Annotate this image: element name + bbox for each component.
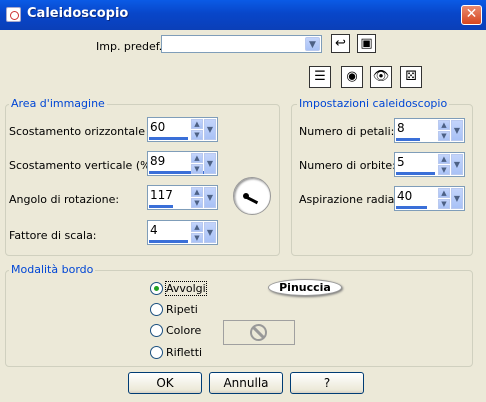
preview-eye-icon[interactable]: ◉ (341, 66, 363, 88)
preset-combo[interactable]: ▼ (161, 35, 322, 53)
title-bar: Caleidoscopio ✕ (0, 0, 486, 30)
radio-rifletti-label[interactable]: Rifletti (166, 346, 202, 359)
radio-ripeti-label[interactable]: Ripeti (166, 303, 198, 316)
area-group-title: Area d'immagine (9, 97, 107, 110)
v-offset-field[interactable]: 89 ▲ ▼ ▼ (147, 151, 218, 176)
h-offset-bar (149, 137, 188, 140)
border-color-swatch[interactable] (223, 320, 295, 345)
v-offset-label: Scostamento verticale (%): (9, 159, 159, 172)
border-group (5, 270, 473, 367)
orbits-bar (396, 172, 435, 175)
preset-label: Imp. predef.: (96, 40, 166, 53)
rotation-dial[interactable] (233, 177, 271, 215)
rotation-dropdown[interactable]: ▼ (204, 187, 216, 208)
author-logo: Pinuccia (268, 279, 342, 296)
scale-bar (149, 240, 188, 243)
petals-spinner[interactable]: ▲ ▼ (438, 120, 450, 141)
radio-ripeti[interactable] (150, 303, 163, 316)
rotation-spinner[interactable]: ▲ ▼ (191, 187, 203, 208)
ok-button[interactable]: OK (128, 372, 202, 394)
radial-dropdown[interactable]: ▼ (451, 188, 463, 209)
radio-avvolgi-label[interactable]: Avvolgi (165, 281, 207, 296)
v-offset-spinner[interactable]: ▲ ▼ (191, 153, 203, 174)
orbits-label: Numero di orbite: (299, 159, 396, 172)
proof-icon[interactable]: ☰ (309, 66, 331, 88)
rotation-label: Angolo di rotazione: (9, 193, 120, 206)
window-title: Caleidoscopio (27, 6, 129, 21)
scale-spinner[interactable]: ▲ ▼ (191, 222, 203, 243)
chevron-down-icon[interactable]: ▼ (305, 37, 320, 51)
help-button[interactable]: ? (290, 372, 364, 394)
radial-bar (396, 206, 427, 209)
radial-spinner[interactable]: ▲ ▼ (438, 188, 450, 209)
radio-rifletti[interactable] (150, 346, 163, 359)
scale-field[interactable]: 4 ▲ ▼ ▼ (147, 220, 218, 245)
h-offset-spinner[interactable]: ▲ ▼ (191, 119, 203, 140)
close-button[interactable]: ✕ (461, 5, 482, 25)
orbits-spinner[interactable]: ▲ ▼ (438, 154, 450, 175)
border-group-title: Modalità bordo (9, 263, 96, 276)
settings-group-title: Impostazioni caleidoscopio (297, 97, 450, 110)
rotation-bar (149, 205, 173, 208)
save-icon[interactable]: ▣ (357, 34, 376, 53)
save-preset-icon[interactable]: ↩ (331, 34, 350, 53)
radial-label: Aspirazione radiale: (299, 193, 408, 206)
h-offset-field[interactable]: 60 ▲ ▼ ▼ (147, 117, 218, 142)
rotation-field[interactable]: 117 ▲ ▼ ▼ (147, 185, 218, 210)
petals-label: Numero di petali: (299, 125, 395, 138)
randomize-dice-icon[interactable]: ⚄ (400, 66, 422, 88)
petals-dropdown[interactable]: ▼ (451, 120, 463, 141)
cancel-button[interactable]: Annulla (209, 372, 283, 394)
radio-avvolgi[interactable] (150, 282, 163, 295)
scale-label: Fattore di scala: (9, 229, 97, 242)
radial-field[interactable]: 40 ▲ ▼ ▼ (394, 186, 465, 211)
petals-bar (396, 138, 420, 141)
eye-toggle-icon[interactable]: 👁 (370, 66, 392, 88)
h-offset-dropdown[interactable]: ▼ (204, 119, 216, 140)
scale-dropdown[interactable]: ▼ (204, 222, 216, 243)
app-icon (6, 7, 21, 22)
v-offset-dropdown[interactable]: ▼ (204, 153, 216, 174)
radio-colore-label[interactable]: Colore (166, 324, 201, 337)
no-sign-icon (250, 324, 267, 341)
orbits-dropdown[interactable]: ▼ (451, 154, 463, 175)
radio-colore[interactable] (150, 324, 163, 337)
petals-field[interactable]: 8 ▲ ▼ ▼ (394, 118, 465, 143)
orbits-field[interactable]: 5 ▲ ▼ ▼ (394, 152, 465, 177)
